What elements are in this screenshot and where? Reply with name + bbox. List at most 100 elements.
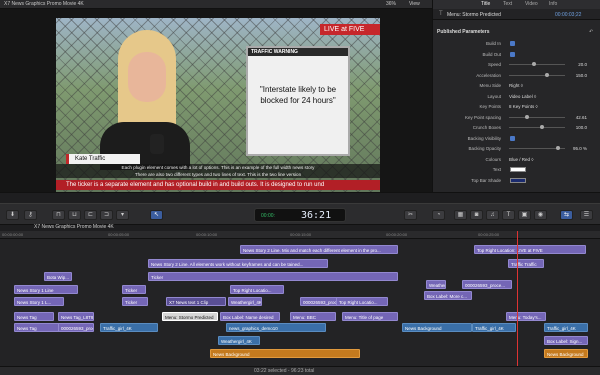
timeline-clip[interactable]: Top Right Locatio... <box>336 297 388 306</box>
checkbox[interactable] <box>510 41 515 46</box>
param-text: Text <box>433 165 600 174</box>
param-label: Speed <box>487 62 501 67</box>
timeline-clip[interactable]: Weatherg... <box>426 280 446 289</box>
generators-icon[interactable]: ▣ <box>518 210 531 220</box>
slider-knob[interactable] <box>555 146 560 150</box>
param-label: Crunch Boxes <box>472 125 501 130</box>
param-popup[interactable]: Right ◊ <box>509 81 523 90</box>
param-value[interactable]: 42.61 <box>576 113 587 122</box>
slider-knob[interactable] <box>532 62 537 66</box>
timeline-clip[interactable]: Ticker <box>122 297 148 306</box>
timeline-clip[interactable]: Box Label: Name desired <box>220 312 280 321</box>
timeline-clip[interactable]: Weathergirl_4K <box>218 336 260 345</box>
timeline-clip[interactable]: News Tag_L8T9L8... <box>58 312 94 321</box>
slider[interactable] <box>509 125 565 129</box>
inspector-panel: Title Text Video Info T Menu: Stormo Pre… <box>432 0 600 192</box>
insert-icon[interactable]: ⊔ <box>68 210 81 220</box>
timeline-clip[interactable]: Menu: Stormo Predicted <box>162 312 218 321</box>
timeline-clip[interactable]: News Tag <box>14 323 62 332</box>
param-layout: Layout Video Label ◊ <box>433 92 600 101</box>
view-menu[interactable]: View <box>409 1 420 7</box>
param-value[interactable]: 150.0 <box>576 71 587 80</box>
key-icon[interactable]: ⚷ <box>24 210 37 220</box>
timeline-clip[interactable]: News Background <box>544 349 588 358</box>
param-value[interactable]: 100.0 <box>576 123 587 132</box>
timeline-clip[interactable]: Ticker <box>122 285 146 294</box>
reset-icon[interactable]: ↶ <box>589 29 593 35</box>
timeline-clip[interactable]: news_graphics_demo10 <box>226 323 326 332</box>
timeline-clip[interactable]: X7 News text 1 Clip <box>166 297 226 306</box>
slider[interactable] <box>509 72 565 77</box>
effects-icon[interactable]: ☰ <box>580 210 593 220</box>
param-popup[interactable]: Blue / Red ◊ <box>509 155 534 164</box>
timeline-clip[interactable]: News Story 2 Line. Mix and match each di… <box>240 245 398 254</box>
timeline-clip[interactable]: Bota Wip... <box>44 272 72 281</box>
timecode-display[interactable]: 00:00: 36:21 <box>254 208 346 222</box>
connect-icon[interactable]: ⊓ <box>52 210 65 220</box>
themes-icon[interactable]: ◉ <box>534 210 547 220</box>
timeline-clip[interactable]: Box Label: More c... <box>424 291 472 300</box>
timeline-clip[interactable]: Menu: Today's... <box>506 312 546 321</box>
clip-options-icon[interactable]: ▾ <box>116 210 129 220</box>
index-icon[interactable]: ⇆ <box>560 210 573 220</box>
param-label: Menu Side <box>479 83 501 88</box>
timeline-clip[interactable]: Ticker <box>148 272 398 281</box>
tab-video[interactable]: Video <box>525 1 538 7</box>
timeline-clip[interactable]: Traffic_girl_4K <box>544 323 588 332</box>
param-popup[interactable]: 8 Key Points ◊ <box>509 102 538 111</box>
color-swatch[interactable] <box>510 167 526 172</box>
import-icon[interactable]: ⬇ <box>6 210 19 220</box>
param-label: Build Out <box>482 51 501 57</box>
param-popup[interactable]: Video Label ◊ <box>509 92 536 101</box>
timeline-clip[interactable]: Traffic_girl_4K <box>472 323 516 332</box>
timeline-clip[interactable]: News Background <box>402 323 472 332</box>
name-tag: Kate Traffic <box>66 154 140 164</box>
speed-icon[interactable]: ◔ <box>432 210 445 220</box>
timeline-clip[interactable]: Menu: BBC <box>290 312 336 321</box>
library-icon[interactable]: ▦ <box>454 210 467 220</box>
timeline-clip[interactable]: Box Label: Sign... <box>544 336 588 345</box>
timeline-clip[interactable]: Traffic Traffic <box>508 259 544 268</box>
timeline-clip[interactable]: News Story 1 Line <box>14 285 78 294</box>
select-tool-icon[interactable]: ↖ <box>150 210 163 220</box>
timeline-clip[interactable]: Menu: Title of page <box>342 312 398 321</box>
slider[interactable] <box>509 114 565 119</box>
slider[interactable] <box>509 146 565 150</box>
timeline-clip[interactable]: News Background <box>210 349 360 358</box>
timeline-clip[interactable]: 000026593_proce... <box>462 280 512 289</box>
playhead[interactable] <box>517 231 518 366</box>
music-icon[interactable]: ♫ <box>486 210 499 220</box>
append-icon[interactable]: ⊏ <box>84 210 97 220</box>
timeline-clip[interactable]: 000026593_proce... <box>58 323 94 332</box>
overwrite-icon[interactable]: ⊐ <box>100 210 113 220</box>
published-params-header: Published Parameters <box>437 29 490 35</box>
timeline[interactable]: X7 News Graphics Promo Movie 4K 00:00:00… <box>0 224 600 366</box>
timeline-clip[interactable]: Traffic_girl_4K <box>100 323 158 332</box>
slider[interactable] <box>509 62 565 66</box>
story-line-1: Each plugin element comes with a lot of … <box>121 165 315 170</box>
slider-knob[interactable] <box>540 125 545 129</box>
tab-text[interactable]: Text <box>503 1 512 7</box>
checkbox[interactable] <box>510 51 515 57</box>
checkbox[interactable] <box>510 135 515 141</box>
timeline-clip[interactable]: Weathergirl_4K <box>228 297 262 306</box>
zoom-level[interactable]: 36% <box>386 1 396 7</box>
photos-icon[interactable]: ◙ <box>470 210 483 220</box>
param-value[interactable]: 20.0 <box>578 60 587 69</box>
timeline-clip[interactable]: News Story 2 Line. All elements work wit… <box>148 259 328 268</box>
timeline-clip[interactable]: News Story 1 L... <box>14 297 64 306</box>
blade-icon[interactable]: ✂ <box>404 210 417 220</box>
timeline-clip[interactable]: Top Right Locatio... <box>230 285 284 294</box>
inspector-clip-name: Menu: Stormo Predicted <box>447 12 501 18</box>
slider-knob[interactable] <box>545 72 550 77</box>
titles-icon[interactable]: T <box>502 210 515 220</box>
slider-knob[interactable] <box>524 114 529 119</box>
param-label: Key Point spacing <box>464 114 501 120</box>
story-line-2: There are also two different types and t… <box>134 172 302 177</box>
timeline-clip[interactable]: News Tag <box>14 312 54 321</box>
tab-info[interactable]: Info <box>549 1 557 7</box>
tab-title[interactable]: Title <box>481 1 490 7</box>
param-value[interactable]: 95.0 % <box>573 144 587 153</box>
color-swatch[interactable] <box>510 177 526 183</box>
timeline-clip[interactable]: Top Right Location: LIVE at FIVE <box>474 245 586 254</box>
